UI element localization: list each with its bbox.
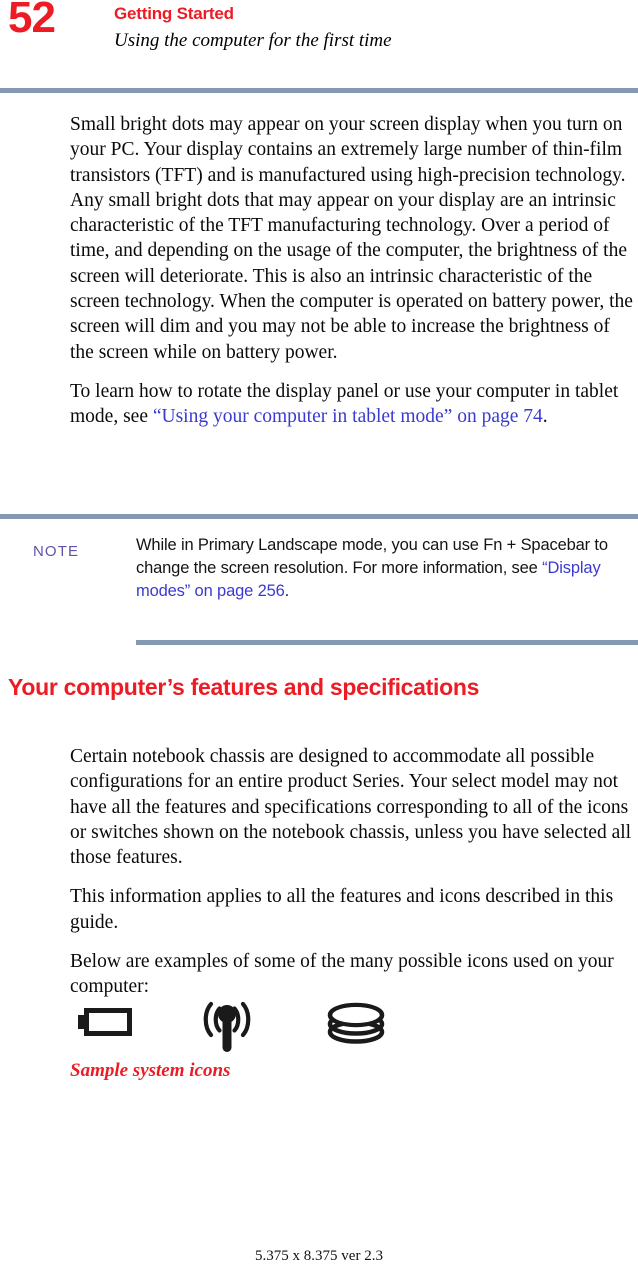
paragraph-chassis-configurations: Certain notebook chassis are designed to… [70,746,632,869]
header-divider-rule [0,88,638,93]
battery-icon [78,1000,134,1049]
note-label: NOTE [33,543,80,560]
page-title: Your computer’s features and specificati… [8,674,480,700]
wireless-antenna-icon [192,1000,262,1067]
section-subtitle: Using the computer for the first time [114,30,392,51]
cross-reference-tablet-mode[interactable]: “Using your computer in tablet mode” on … [153,406,543,427]
note-top-rule [0,514,638,519]
note-bottom-rule [136,640,638,645]
paragraph-tft-display: Small bright dots may appear on your scr… [70,114,633,363]
note-text-lead: While in Primary Landscape mode, you can… [136,536,608,577]
paragraph-applies-to-all: This information applies to all the feat… [70,886,614,933]
figure-caption: Sample system icons [70,1060,231,1081]
page-number: 52 [8,0,56,42]
paragraph-icon-examples: Below are examples of some of the many p… [70,951,614,998]
paragraph-tablet-mode: To learn how to rotate the display panel… [70,379,638,430]
page-running-head: 52 Getting Started Using the computer fo… [0,0,638,86]
hard-disk-drive-icon [325,1000,387,1055]
section-body-column: Certain notebook chassis are designed to… [70,744,638,1014]
note-body-text: While in Primary Landscape mode, you can… [136,534,638,603]
chapter-title: Getting Started [114,4,234,23]
note-text-tail: . [284,582,290,600]
sample-icon-row [70,1000,470,1062]
page-footer: 5.375 x 8.375 ver 2.3 [255,1248,383,1264]
intro-body-column: Small bright dots may appear on your scr… [70,112,638,444]
paragraph-tablet-mode-text-tail: . [542,406,548,428]
